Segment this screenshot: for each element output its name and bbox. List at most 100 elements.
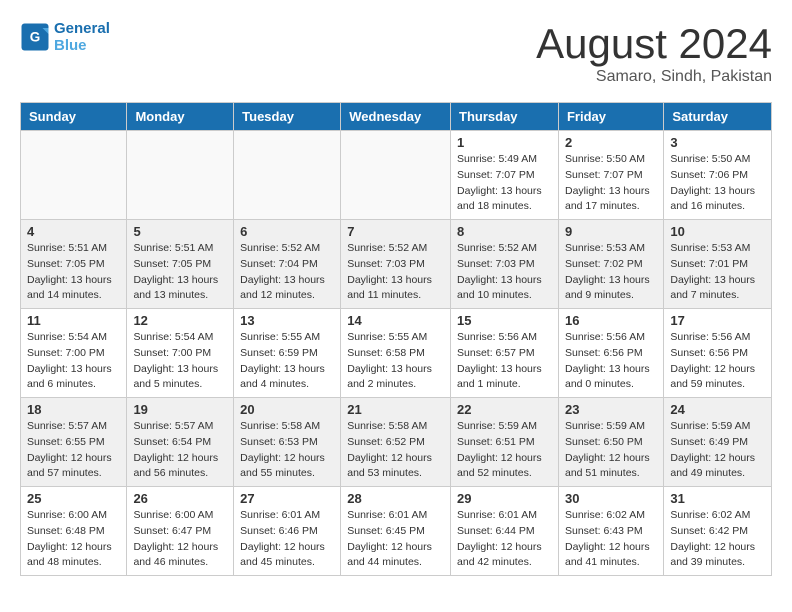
day-info: Sunrise: 6:01 AMSunset: 6:46 PMDaylight:… xyxy=(240,508,334,571)
day-number: 4 xyxy=(27,224,120,239)
day-info: Sunrise: 5:53 AMSunset: 7:02 PMDaylight:… xyxy=(565,241,657,304)
calendar-cell: 26Sunrise: 6:00 AMSunset: 6:47 PMDayligh… xyxy=(127,487,234,576)
calendar-cell: 23 Sunrise: 5:59 AMSunset: 6:50 PMDayligh… xyxy=(558,398,663,487)
weekday-header-sunday: Sunday xyxy=(21,103,127,131)
day-info: Sunrise: 5:50 AMSunset: 7:07 PMDaylight:… xyxy=(565,152,657,215)
day-number: 14 xyxy=(347,313,444,328)
calendar-cell xyxy=(234,131,341,220)
logo-general: General xyxy=(54,20,110,37)
calendar-week-1: 4 Sunrise: 5:51 AMSunset: 7:05 PMDaylight… xyxy=(21,220,772,309)
calendar-cell: 8Sunrise: 5:52 AMSunset: 7:03 PMDaylight… xyxy=(451,220,559,309)
calendar-cell: 28 Sunrise: 6:01 AMSunset: 6:45 PMDayligh… xyxy=(341,487,451,576)
calendar-cell: 4 Sunrise: 5:51 AMSunset: 7:05 PMDaylight… xyxy=(21,220,127,309)
calendar-cell: 12 Sunrise: 5:54 AMSunset: 7:00 PMDayligh… xyxy=(127,309,234,398)
calendar-week-0: 1 Sunrise: 5:49 AMSunset: 7:07 PMDaylight… xyxy=(21,131,772,220)
day-number: 27 xyxy=(240,491,334,506)
page: G General Blue August 2024 Samaro, Sindh… xyxy=(0,0,792,596)
day-info: Sunrise: 5:57 AMSunset: 6:54 PMDaylight:… xyxy=(133,419,227,482)
weekday-header-monday: Monday xyxy=(127,103,234,131)
day-info: Sunrise: 6:00 AMSunset: 6:47 PMDaylight:… xyxy=(133,508,227,571)
day-info: Sunrise: 5:57 AMSunset: 6:55 PMDaylight:… xyxy=(27,419,120,482)
day-number: 25 xyxy=(27,491,120,506)
day-info: Sunrise: 5:51 AMSunset: 7:05 PMDaylight:… xyxy=(27,241,120,304)
day-number: 3 xyxy=(670,135,765,150)
weekday-header-thursday: Thursday xyxy=(451,103,559,131)
day-info: Sunrise: 5:58 AMSunset: 6:53 PMDaylight:… xyxy=(240,419,334,482)
svg-text:G: G xyxy=(30,30,41,45)
day-number: 21 xyxy=(347,402,444,417)
day-number: 23 xyxy=(565,402,657,417)
calendar-cell: 21Sunrise: 5:58 AMSunset: 6:52 PMDayligh… xyxy=(341,398,451,487)
calendar-cell: 16 Sunrise: 5:56 AMSunset: 6:56 PMDayligh… xyxy=(558,309,663,398)
calendar-cell: 14 Sunrise: 5:55 AMSunset: 6:58 PMDayligh… xyxy=(341,309,451,398)
day-info: Sunrise: 6:01 AMSunset: 6:44 PMDaylight:… xyxy=(457,508,552,571)
day-number: 8 xyxy=(457,224,552,239)
day-info: Sunrise: 5:59 AMSunset: 6:49 PMDaylight:… xyxy=(670,419,765,482)
day-number: 11 xyxy=(27,313,120,328)
calendar: SundayMondayTuesdayWednesdayThursdayFrid… xyxy=(20,102,772,576)
day-info: Sunrise: 6:01 AMSunset: 6:45 PMDaylight:… xyxy=(347,508,444,571)
calendar-cell: 13 Sunrise: 5:55 AMSunset: 6:59 PMDayligh… xyxy=(234,309,341,398)
day-info: Sunrise: 5:50 AMSunset: 7:06 PMDaylight:… xyxy=(670,152,765,215)
day-number: 24 xyxy=(670,402,765,417)
calendar-cell: 27 Sunrise: 6:01 AMSunset: 6:46 PMDayligh… xyxy=(234,487,341,576)
day-number: 15 xyxy=(457,313,552,328)
day-number: 5 xyxy=(133,224,227,239)
header: G General Blue August 2024 Samaro, Sindh… xyxy=(20,20,772,86)
calendar-cell xyxy=(341,131,451,220)
day-info: Sunrise: 5:59 AMSunset: 6:51 PMDaylight:… xyxy=(457,419,552,482)
calendar-cell: 17Sunrise: 5:56 AMSunset: 6:56 PMDayligh… xyxy=(664,309,772,398)
calendar-cell: 10Sunrise: 5:53 AMSunset: 7:01 PMDayligh… xyxy=(664,220,772,309)
calendar-header-row: SundayMondayTuesdayWednesdayThursdayFrid… xyxy=(21,103,772,131)
calendar-cell: 24 Sunrise: 5:59 AMSunset: 6:49 PMDayligh… xyxy=(664,398,772,487)
day-number: 13 xyxy=(240,313,334,328)
day-info: Sunrise: 6:02 AMSunset: 6:42 PMDaylight:… xyxy=(670,508,765,571)
day-info: Sunrise: 5:55 AMSunset: 6:59 PMDaylight:… xyxy=(240,330,334,393)
day-number: 2 xyxy=(565,135,657,150)
logo: G General Blue xyxy=(20,20,110,54)
day-number: 1 xyxy=(457,135,552,150)
day-number: 10 xyxy=(670,224,765,239)
calendar-cell xyxy=(127,131,234,220)
day-info: Sunrise: 5:49 AMSunset: 7:07 PMDaylight:… xyxy=(457,152,552,215)
calendar-cell: 18 Sunrise: 5:57 AMSunset: 6:55 PMDayligh… xyxy=(21,398,127,487)
day-number: 9 xyxy=(565,224,657,239)
calendar-cell: 15 Sunrise: 5:56 AMSunset: 6:57 PMDayligh… xyxy=(451,309,559,398)
day-info: Sunrise: 5:59 AMSunset: 6:50 PMDaylight:… xyxy=(565,419,657,482)
weekday-header-friday: Friday xyxy=(558,103,663,131)
logo-icon: G xyxy=(20,22,50,52)
location: Samaro, Sindh, Pakistan xyxy=(536,68,772,86)
calendar-cell: 3 Sunrise: 5:50 AMSunset: 7:06 PMDaylight… xyxy=(664,131,772,220)
calendar-cell: 11 Sunrise: 5:54 AMSunset: 7:00 PMDayligh… xyxy=(21,309,127,398)
calendar-cell: 7 Sunrise: 5:52 AMSunset: 7:03 PMDaylight… xyxy=(341,220,451,309)
day-number: 30 xyxy=(565,491,657,506)
calendar-cell: 2 Sunrise: 5:50 AMSunset: 7:07 PMDaylight… xyxy=(558,131,663,220)
day-number: 20 xyxy=(240,402,334,417)
calendar-cell: 22 Sunrise: 5:59 AMSunset: 6:51 PMDayligh… xyxy=(451,398,559,487)
day-number: 28 xyxy=(347,491,444,506)
day-info: Sunrise: 5:54 AMSunset: 7:00 PMDaylight:… xyxy=(133,330,227,393)
weekday-header-tuesday: Tuesday xyxy=(234,103,341,131)
calendar-cell xyxy=(21,131,127,220)
day-number: 12 xyxy=(133,313,227,328)
day-number: 16 xyxy=(565,313,657,328)
calendar-cell: 20 Sunrise: 5:58 AMSunset: 6:53 PMDayligh… xyxy=(234,398,341,487)
day-number: 19 xyxy=(133,402,227,417)
day-info: Sunrise: 5:52 AMSunset: 7:03 PMDaylight:… xyxy=(347,241,444,304)
day-number: 29 xyxy=(457,491,552,506)
day-info: Sunrise: 5:55 AMSunset: 6:58 PMDaylight:… xyxy=(347,330,444,393)
month-title: August 2024 xyxy=(536,20,772,68)
day-info: Sunrise: 5:56 AMSunset: 6:56 PMDaylight:… xyxy=(565,330,657,393)
day-info: Sunrise: 5:56 AMSunset: 6:57 PMDaylight:… xyxy=(457,330,552,393)
day-info: Sunrise: 5:54 AMSunset: 7:00 PMDaylight:… xyxy=(27,330,120,393)
calendar-week-3: 18 Sunrise: 5:57 AMSunset: 6:55 PMDayligh… xyxy=(21,398,772,487)
day-number: 17 xyxy=(670,313,765,328)
logo-blue: Blue xyxy=(54,37,110,54)
day-number: 6 xyxy=(240,224,334,239)
day-number: 7 xyxy=(347,224,444,239)
day-number: 22 xyxy=(457,402,552,417)
day-info: Sunrise: 6:02 AMSunset: 6:43 PMDaylight:… xyxy=(565,508,657,571)
calendar-week-2: 11 Sunrise: 5:54 AMSunset: 7:00 PMDayligh… xyxy=(21,309,772,398)
day-number: 18 xyxy=(27,402,120,417)
calendar-cell: 25Sunrise: 6:00 AMSunset: 6:48 PMDayligh… xyxy=(21,487,127,576)
